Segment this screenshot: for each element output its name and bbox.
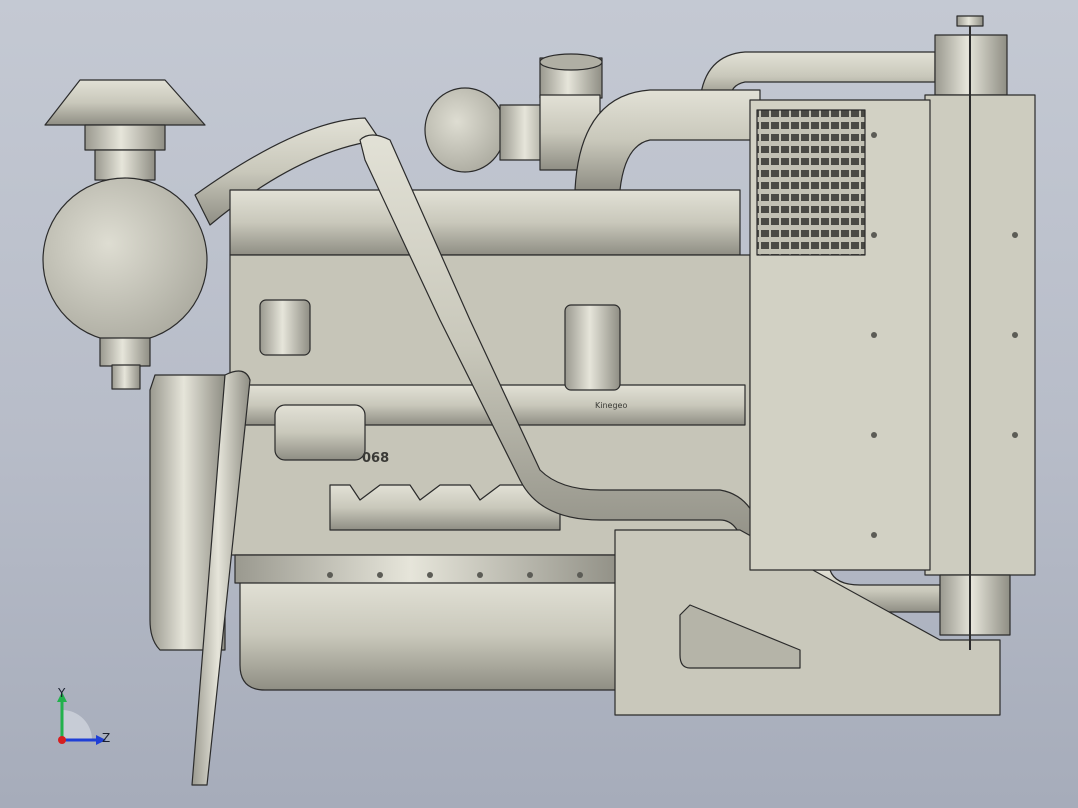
y-axis-label: Y: [58, 686, 66, 700]
starter-motor: [274, 404, 366, 461]
orientation-triad[interactable]: [40, 680, 120, 760]
air-filter-housing: [42, 177, 208, 343]
fuel-filter: [259, 299, 311, 356]
cylinder-head: [229, 189, 741, 256]
radiator-grille: [756, 109, 866, 256]
radiator-core: [924, 94, 1036, 576]
oil-pan: [239, 579, 621, 691]
air-filter-outlet: [99, 337, 151, 367]
x-axis-dot: [58, 736, 66, 744]
turbo-outlet-pipe: [574, 89, 761, 191]
part-label: Kinegeo: [595, 401, 627, 410]
z-axis-label: Z: [102, 731, 111, 745]
engine-model[interactable]: 068 Kinegeo: [0, 0, 1078, 808]
radiator-cap[interactable]: [956, 15, 984, 27]
air-filter-cap: [44, 79, 206, 181]
turbocharger: [424, 53, 603, 173]
block-stamp: 068: [362, 451, 389, 466]
oil-filter: [564, 304, 621, 391]
cad-viewport[interactable]: 068 Kinegeo Y Z: [0, 0, 1078, 808]
